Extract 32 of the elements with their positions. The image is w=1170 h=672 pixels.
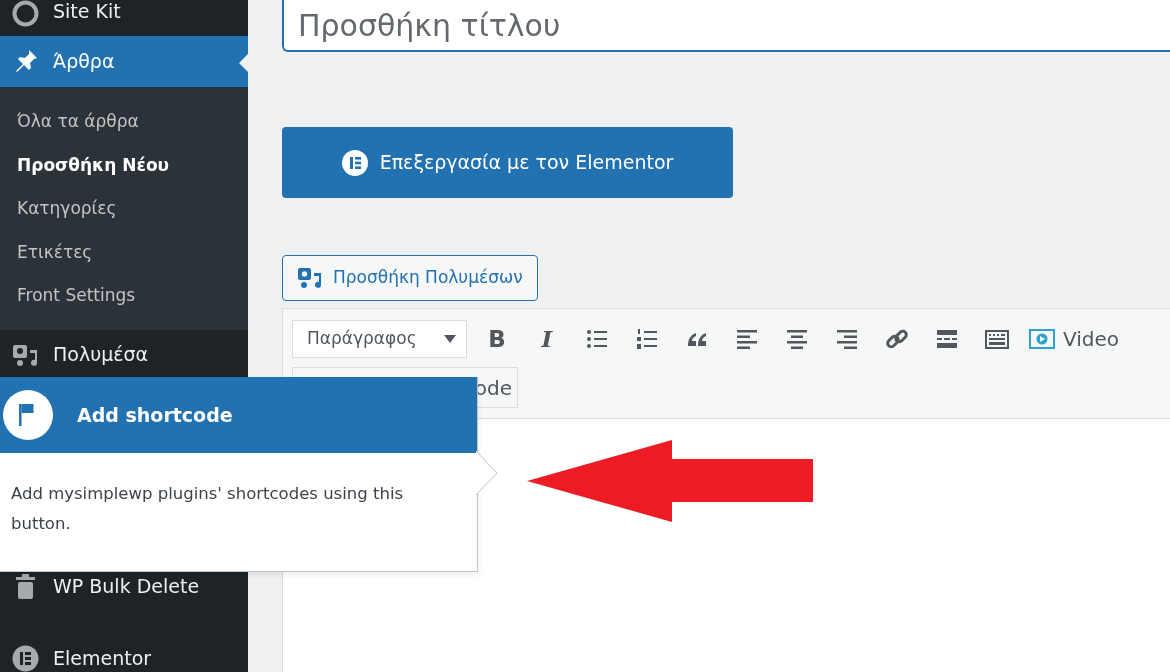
elementor-icon bbox=[341, 149, 368, 176]
align-right-icon bbox=[835, 327, 859, 351]
submenu-item[interactable]: Προσθήκη Νέου bbox=[0, 143, 248, 188]
link-icon bbox=[885, 327, 909, 351]
video-button[interactable]: Video bbox=[1029, 324, 1120, 354]
submenu-item[interactable]: Ετικέτες bbox=[0, 230, 248, 275]
bold-button[interactable]: B bbox=[477, 320, 517, 358]
popover-title: Add shortcode bbox=[77, 402, 233, 428]
bulleted-list-icon bbox=[585, 327, 609, 351]
keyboard-icon bbox=[985, 327, 1009, 351]
video-icon bbox=[1029, 329, 1055, 349]
align-center-icon bbox=[785, 327, 809, 351]
menu-item[interactable]: Πολυμέσα bbox=[0, 329, 248, 380]
caret-icon bbox=[444, 335, 456, 343]
flag-icon bbox=[3, 390, 53, 440]
menu-item[interactable]: Site Kit bbox=[0, 0, 248, 37]
popover-text: Add mysimplewp plugins' shortcodes using this button. bbox=[10, 483, 405, 535]
read-more-icon bbox=[935, 327, 959, 351]
submenu-item[interactable]: Κατηγορίες bbox=[0, 187, 248, 231]
numbered-list-icon bbox=[635, 327, 659, 351]
title-field[interactable]: Προσθήκη τίτλου bbox=[282, 0, 1170, 52]
menu-item[interactable]: WP Bulk Delete bbox=[0, 561, 248, 611]
align-left-icon bbox=[735, 327, 759, 351]
italic-button[interactable]: I bbox=[527, 320, 567, 358]
submenu-item[interactable]: Όλα τα άρθρα bbox=[0, 100, 248, 144]
elementor-button[interactable]: Επεξεργασία με τον Elementor bbox=[282, 127, 733, 198]
submenu-item[interactable]: Front Settings bbox=[0, 274, 248, 318]
menu-item[interactable]: Elementor bbox=[0, 628, 248, 672]
format-dropdown[interactable]: Παράγραφος bbox=[292, 320, 467, 358]
gauge-icon bbox=[12, 0, 39, 27]
menu-item[interactable]: Άρθρα bbox=[0, 36, 248, 88]
add-media-button[interactable]: Προσθήκη Πολυμέσων bbox=[282, 255, 538, 301]
